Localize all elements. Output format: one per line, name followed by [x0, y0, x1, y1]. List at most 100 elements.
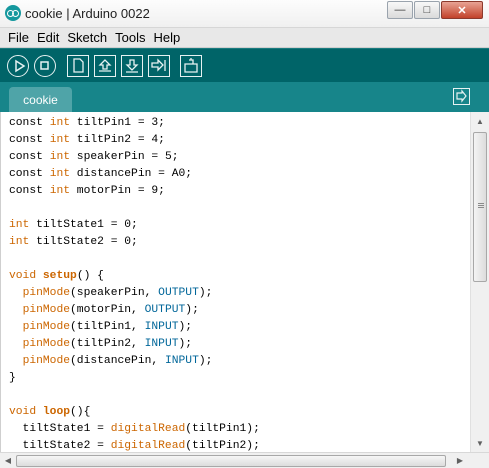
scroll-left-icon[interactable]: ◀: [0, 453, 16, 468]
code-token: tiltState1 = 0;: [29, 219, 138, 231]
code-line: tiltState2 = digitalRead(tiltPin2);: [9, 438, 260, 452]
code-token: digitalRead: [110, 440, 186, 452]
vertical-scroll-thumb[interactable]: [473, 132, 487, 282]
vertical-scrollbar[interactable]: ▲ ▼: [470, 112, 489, 452]
menu-tools[interactable]: Tools: [111, 30, 149, 45]
code-token: int: [9, 236, 30, 248]
serial-monitor-button[interactable]: [180, 55, 202, 77]
code-token: int: [49, 185, 71, 197]
code-line: const int tiltPin1 = 3;: [9, 115, 260, 132]
new-button[interactable]: [67, 55, 89, 77]
close-button[interactable]: ✕: [441, 1, 483, 19]
code-token: void: [9, 406, 37, 418]
code-token: void: [9, 270, 37, 282]
menu-help[interactable]: Help: [149, 30, 184, 45]
title-bar: cookie | Arduino 0022 — □ ✕: [0, 0, 489, 28]
code-line: void loop(){: [9, 404, 260, 421]
code-token: (tiltPin2,: [70, 338, 145, 350]
code-line: pinMode(tiltPin2, INPUT);: [9, 336, 260, 353]
code-token: (distancePin,: [70, 355, 165, 367]
play-icon: [15, 59, 26, 73]
code-token: INPUT: [164, 355, 199, 367]
tab-menu-button[interactable]: [453, 88, 470, 105]
serial-monitor-icon: [184, 58, 198, 73]
code-token: tiltPin2 = 4;: [70, 134, 165, 146]
menu-sketch[interactable]: Sketch: [63, 30, 111, 45]
code-line: int tiltState2 = 0;: [9, 234, 260, 251]
code-line: pinMode(tiltPin1, INPUT);: [9, 319, 260, 336]
minimize-button[interactable]: —: [387, 1, 413, 19]
code-line: pinMode(speakerPin, OUTPUT);: [9, 285, 260, 302]
code-token: const: [9, 117, 50, 129]
save-arrow-down-icon: [125, 59, 139, 73]
horizontal-scrollbar[interactable]: ◀ ▶: [0, 452, 489, 468]
code-token: (tiltPin1,: [70, 321, 145, 333]
code-token: const: [9, 151, 50, 163]
code-token: int: [49, 117, 71, 129]
save-button[interactable]: [121, 55, 143, 77]
menu-file[interactable]: File: [4, 30, 33, 45]
code-token: tiltPin1 = 3;: [70, 117, 165, 129]
code-token: digitalRead: [110, 423, 186, 435]
scroll-right-icon[interactable]: ▶: [452, 453, 468, 468]
code-token: );: [178, 321, 193, 333]
code-token: OUTPUT: [144, 304, 186, 316]
code-token: pinMode: [22, 355, 71, 367]
code-token: distancePin = A0;: [70, 168, 193, 180]
code-token: (tiltPin1);: [185, 423, 260, 435]
upload-button[interactable]: [148, 55, 170, 77]
new-file-icon: [73, 58, 84, 73]
code-line: int tiltState1 = 0;: [9, 217, 260, 234]
scroll-up-icon[interactable]: ▲: [471, 113, 489, 129]
maximize-button[interactable]: □: [414, 1, 440, 19]
code-token: pinMode: [22, 304, 71, 316]
code-token: INPUT: [144, 338, 179, 350]
stop-button[interactable]: [34, 55, 56, 77]
menu-bar: File Edit Sketch Tools Help: [0, 28, 489, 48]
code-token: (motorPin,: [70, 304, 145, 316]
code-line: }: [9, 370, 260, 387]
code-editor[interactable]: const int tiltPin1 = 3; const int tiltPin…: [0, 112, 470, 452]
arduino-logo-icon: [5, 5, 21, 21]
code-token: INPUT: [144, 321, 179, 333]
menu-edit[interactable]: Edit: [33, 30, 63, 45]
code-token: }: [9, 372, 16, 384]
code-token: int: [49, 134, 71, 146]
code-token: const: [9, 168, 50, 180]
code-token: const: [9, 134, 50, 146]
code-token: pinMode: [22, 338, 71, 350]
code-token: );: [198, 355, 213, 367]
toolbar: [0, 48, 489, 82]
code-token: int: [49, 151, 71, 163]
verify-button[interactable]: [7, 55, 29, 77]
window-title: cookie | Arduino 0022: [25, 6, 150, 21]
code-line: void setup() {: [9, 268, 260, 285]
code-token: motorPin = 9;: [70, 185, 165, 197]
code-line: pinMode(motorPin, OUTPUT);: [9, 302, 260, 319]
code-token: (tiltPin2);: [185, 440, 260, 452]
stop-icon: [40, 61, 49, 70]
code-token: int: [49, 168, 71, 180]
code-token: const: [9, 185, 50, 197]
code-token: pinMode: [22, 287, 71, 299]
open-arrow-up-icon: [98, 59, 112, 72]
tab-cookie[interactable]: cookie: [9, 87, 72, 112]
code-text: const int tiltPin1 = 3; const int tiltPin…: [9, 115, 260, 452]
code-token: OUTPUT: [158, 287, 199, 299]
open-button[interactable]: [94, 55, 116, 77]
code-token: int: [9, 219, 30, 231]
code-line: const int tiltPin2 = 4;: [9, 132, 260, 149]
scroll-down-icon[interactable]: ▼: [471, 435, 489, 451]
code-token: (){: [70, 406, 91, 418]
upload-arrow-right-icon: [151, 58, 166, 72]
code-token: (speakerPin,: [70, 287, 159, 299]
horizontal-scroll-thumb[interactable]: [16, 455, 446, 467]
